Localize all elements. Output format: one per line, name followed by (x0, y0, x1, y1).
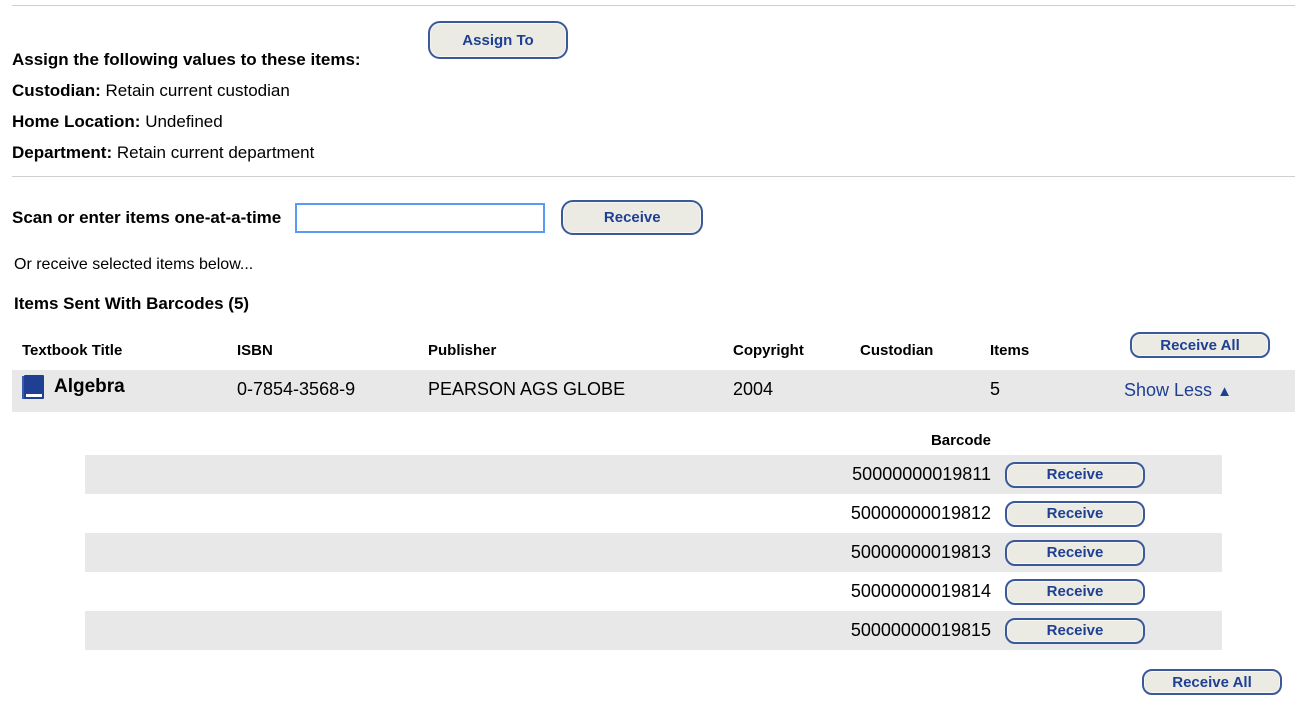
receive-barcode-button[interactable]: Receive (1005, 501, 1145, 527)
receive-scan-button[interactable]: Receive (561, 200, 703, 235)
barcode-row: 50000000019813 Receive (85, 533, 1222, 572)
receive-barcode-button[interactable]: Receive (1005, 540, 1145, 566)
barcode-value: 50000000019813 (85, 542, 991, 563)
barcode-row: 50000000019814 Receive (85, 572, 1222, 611)
cell-publisher: PEARSON AGS GLOBE (428, 379, 625, 400)
home-location-label: Home Location: (12, 112, 140, 131)
receive-barcode-button[interactable]: Receive (1005, 462, 1145, 488)
custodian-row: Custodian: Retain current custodian (12, 75, 712, 106)
barcode-header-row: Barcode (85, 432, 1222, 455)
or-receive-text: Or receive selected items below... (14, 256, 253, 274)
table-header-row: Textbook Title ISBN Publisher Copyright … (12, 342, 1295, 370)
column-header-copyright: Copyright (733, 342, 804, 359)
receive-barcode-button[interactable]: Receive (1005, 579, 1145, 605)
barcode-value: 50000000019812 (85, 503, 991, 524)
barcode-value: 50000000019815 (85, 620, 991, 641)
show-less-toggle[interactable]: Show Less ▲ (1124, 380, 1232, 401)
assign-heading: Assign the following values to these ite… (12, 44, 712, 75)
custodian-value: Retain current custodian (106, 81, 290, 100)
barcode-row: 50000000019815 Receive (85, 611, 1222, 650)
book-icon (22, 375, 44, 399)
column-header-items: Items (990, 342, 1029, 359)
receive-barcode-button[interactable]: Receive (1005, 618, 1145, 644)
barcode-value: 50000000019811 (85, 464, 991, 485)
items-table: Textbook Title ISBN Publisher Copyright … (12, 342, 1295, 412)
column-header-publisher: Publisher (428, 342, 496, 359)
column-header-barcode: Barcode (85, 432, 991, 449)
barcode-row: 50000000019811 Receive (85, 455, 1222, 494)
items-sent-heading: Items Sent With Barcodes (5) (14, 294, 249, 314)
home-location-value: Undefined (145, 112, 223, 131)
home-location-row: Home Location: Undefined (12, 106, 712, 137)
textbook-title-text: Algebra (54, 376, 125, 398)
chevron-up-icon: ▲ (1217, 383, 1232, 400)
scan-row: Scan or enter items one-at-a-time Receiv… (12, 200, 703, 235)
scan-label: Scan or enter items one-at-a-time (12, 208, 281, 228)
section-divider (12, 176, 1295, 177)
receive-all-bottom-button[interactable]: Receive All (1142, 669, 1282, 695)
barcode-value: 50000000019814 (85, 581, 991, 602)
table-row[interactable]: Algebra 0-7854-3568-9 PEARSON AGS GLOBE … (12, 370, 1295, 412)
cell-textbook-title: Algebra (22, 375, 125, 399)
department-label: Department: (12, 143, 112, 162)
barcode-row: 50000000019812 Receive (85, 494, 1222, 533)
column-header-textbook-title: Textbook Title (22, 342, 122, 359)
column-header-custodian: Custodian (860, 342, 933, 359)
cell-items: 5 (990, 379, 1000, 400)
barcode-table: Barcode 50000000019811 Receive 500000000… (85, 432, 1222, 650)
cell-isbn: 0-7854-3568-9 (237, 379, 355, 400)
cell-copyright: 2004 (733, 379, 773, 400)
assign-heading-text: Assign the following values to these ite… (12, 50, 361, 69)
assign-to-button[interactable]: Assign To (428, 21, 568, 59)
scan-input[interactable] (295, 203, 545, 233)
custodian-label: Custodian: (12, 81, 101, 100)
assign-values-block: Assign the following values to these ite… (12, 44, 712, 168)
department-value: Retain current department (117, 143, 315, 162)
top-divider (12, 5, 1295, 6)
show-less-label: Show Less (1124, 380, 1212, 400)
column-header-isbn: ISBN (237, 342, 273, 359)
department-row: Department: Retain current department (12, 137, 712, 168)
